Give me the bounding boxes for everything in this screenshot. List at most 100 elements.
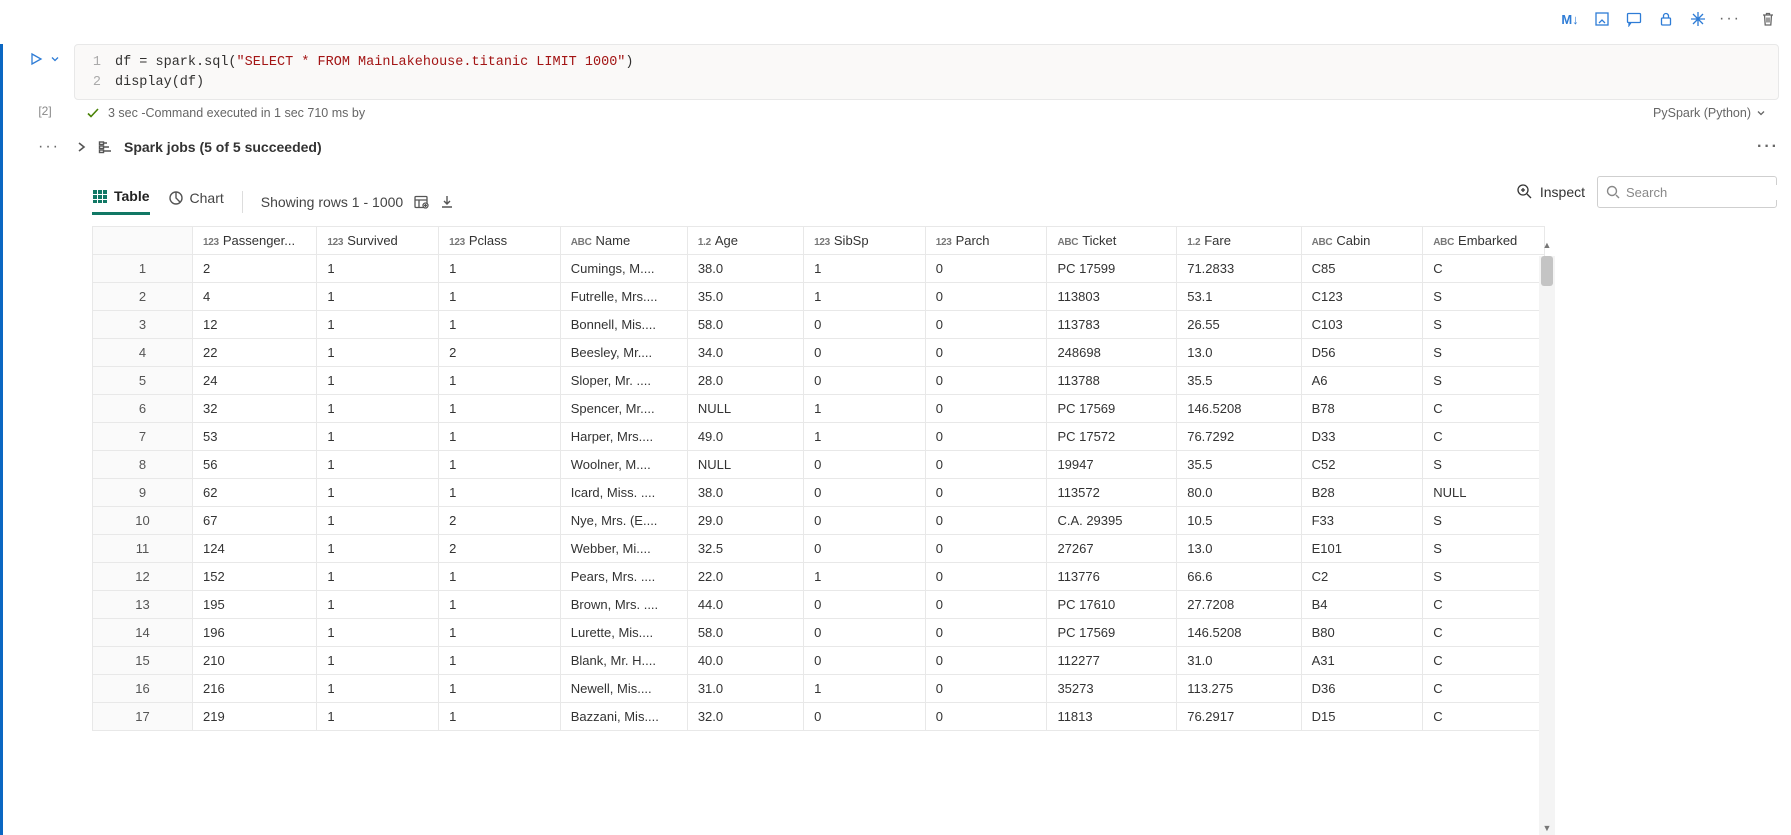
rows-config-icon[interactable] (413, 194, 429, 210)
cell[interactable]: Futrelle, Mrs.... (560, 283, 687, 311)
cell[interactable]: 2 (439, 507, 561, 535)
table-row[interactable]: 1721911Bazzani, Mis....32.0001181376.291… (93, 703, 1545, 731)
cell[interactable]: C2 (1301, 563, 1423, 591)
cell[interactable]: 29.0 (687, 507, 803, 535)
markdown-button[interactable]: M↓ (1559, 8, 1581, 30)
cell[interactable]: 1 (439, 703, 561, 731)
cell[interactable]: B4 (1301, 591, 1423, 619)
cell[interactable]: 53.1 (1177, 283, 1301, 311)
cell[interactable]: 76.2917 (1177, 703, 1301, 731)
cell[interactable]: 1 (439, 367, 561, 395)
cell[interactable]: 1 (317, 507, 439, 535)
cell[interactable]: 0 (925, 507, 1047, 535)
cell[interactable]: 1 (317, 563, 439, 591)
cell[interactable]: S (1423, 535, 1545, 563)
cell[interactable]: 1 (439, 255, 561, 283)
cell[interactable]: 1 (804, 563, 926, 591)
cell[interactable]: B78 (1301, 395, 1423, 423)
download-icon[interactable] (439, 194, 455, 210)
scroll-thumb[interactable] (1541, 256, 1553, 286)
table-row[interactable]: 1319511Brown, Mrs. ....44.000PC 1761027.… (93, 591, 1545, 619)
cell[interactable]: 0 (925, 395, 1047, 423)
column-header[interactable]: 123SibSp (804, 227, 926, 255)
cell[interactable]: 113803 (1047, 283, 1177, 311)
cell[interactable]: 1 (317, 367, 439, 395)
run-menu-button[interactable] (49, 53, 61, 65)
cell[interactable]: C (1423, 675, 1545, 703)
table-row[interactable]: 1521011Blank, Mr. H....40.00011227731.0A… (93, 647, 1545, 675)
cell[interactable]: NULL (1423, 479, 1545, 507)
cell[interactable]: C123 (1301, 283, 1423, 311)
cell[interactable]: 27.7208 (1177, 591, 1301, 619)
cell[interactable]: 0 (925, 339, 1047, 367)
cell[interactable]: 38.0 (687, 479, 803, 507)
cell[interactable]: 38.0 (687, 255, 803, 283)
table-row[interactable]: 1211Cumings, M....38.010PC 1759971.2833C… (93, 255, 1545, 283)
cell[interactable]: 0 (925, 479, 1047, 507)
cell[interactable]: 71.2833 (1177, 255, 1301, 283)
cell[interactable]: PC 17569 (1047, 619, 1177, 647)
cell[interactable]: 1 (439, 619, 561, 647)
cell[interactable]: 0 (804, 479, 926, 507)
cell[interactable]: 11813 (1047, 703, 1177, 731)
cell[interactable]: 1 (439, 591, 561, 619)
table-row[interactable]: 106712Nye, Mrs. (E....29.000C.A. 2939510… (93, 507, 1545, 535)
cell[interactable]: 1 (439, 423, 561, 451)
cell[interactable]: 19947 (1047, 451, 1177, 479)
search-box[interactable] (1597, 176, 1777, 208)
cell[interactable]: 1 (317, 479, 439, 507)
cell[interactable]: 195 (193, 591, 317, 619)
table-row[interactable]: 1215211Pears, Mrs. ....22.01011377666.6C… (93, 563, 1545, 591)
cell[interactable]: 13.0 (1177, 339, 1301, 367)
cell[interactable]: 35.0 (687, 283, 803, 311)
cell[interactable]: 2 (193, 255, 317, 283)
cell[interactable]: 0 (925, 647, 1047, 675)
cell[interactable]: Sloper, Mr. .... (560, 367, 687, 395)
cell[interactable]: 1 (317, 395, 439, 423)
cell[interactable]: 0 (925, 563, 1047, 591)
cell[interactable]: 67 (193, 507, 317, 535)
cell[interactable]: 35.5 (1177, 367, 1301, 395)
cell[interactable]: 32 (193, 395, 317, 423)
cell[interactable]: E101 (1301, 535, 1423, 563)
cell[interactable]: Beesley, Mr.... (560, 339, 687, 367)
cell[interactable]: 1 (439, 283, 561, 311)
more-icon[interactable]: ··· (1719, 8, 1741, 30)
cell[interactable]: 0 (925, 451, 1047, 479)
column-header[interactable]: ABCName (560, 227, 687, 255)
cell[interactable]: 112277 (1047, 647, 1177, 675)
cell[interactable]: D36 (1301, 675, 1423, 703)
search-input[interactable] (1626, 185, 1791, 200)
table-row[interactable]: 1112412Webber, Mi....32.5002726713.0E101… (93, 535, 1545, 563)
cell[interactable]: 124 (193, 535, 317, 563)
cell[interactable]: 152 (193, 563, 317, 591)
language-selector[interactable]: PySpark (Python) (1653, 106, 1767, 120)
cell[interactable]: 0 (804, 619, 926, 647)
cell[interactable]: Harper, Mrs.... (560, 423, 687, 451)
cell[interactable]: 1 (317, 647, 439, 675)
cell[interactable]: S (1423, 339, 1545, 367)
cell[interactable]: 1 (317, 703, 439, 731)
cell[interactable]: NULL (687, 451, 803, 479)
cell[interactable]: 219 (193, 703, 317, 731)
cell[interactable]: 1 (804, 423, 926, 451)
cell[interactable]: Woolner, M.... (560, 451, 687, 479)
cell[interactable]: 1 (804, 675, 926, 703)
cell[interactable]: Icard, Miss. .... (560, 479, 687, 507)
cell[interactable]: 2 (439, 339, 561, 367)
vertical-scrollbar[interactable]: ▲ ▼ (1539, 256, 1555, 835)
cell[interactable]: Cumings, M.... (560, 255, 687, 283)
cell[interactable]: Lurette, Mis.... (560, 619, 687, 647)
cell-side-more-icon[interactable]: ··· (38, 138, 60, 156)
cell[interactable]: S (1423, 367, 1545, 395)
cell[interactable]: 40.0 (687, 647, 803, 675)
cell[interactable]: PC 17569 (1047, 395, 1177, 423)
cell[interactable]: C (1423, 591, 1545, 619)
cell[interactable]: Newell, Mis.... (560, 675, 687, 703)
cell[interactable]: 113788 (1047, 367, 1177, 395)
cell[interactable]: C103 (1301, 311, 1423, 339)
cell[interactable]: 49.0 (687, 423, 803, 451)
cell[interactable]: Brown, Mrs. .... (560, 591, 687, 619)
cell[interactable]: D15 (1301, 703, 1423, 731)
code-cell[interactable]: 1 df = spark.sql("SELECT * FROM MainLake… (74, 44, 1779, 100)
